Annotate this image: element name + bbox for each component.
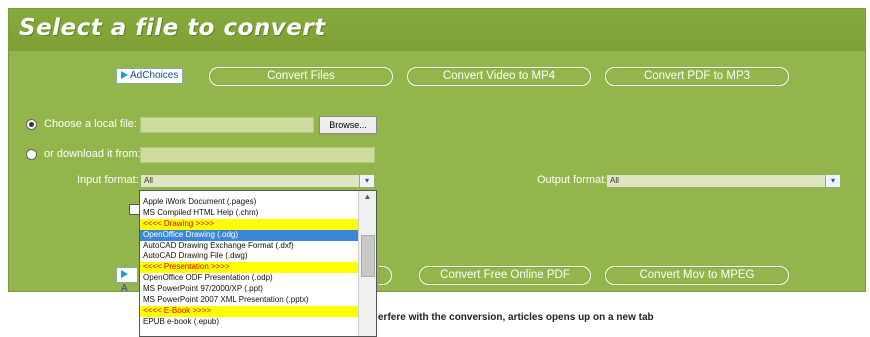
chevron-down-icon[interactable]: ▾ — [825, 175, 840, 187]
dropdown-option-selected[interactable]: OpenOffice Drawing (.odg) — [140, 229, 358, 241]
local-file-input[interactable] — [140, 117, 314, 133]
dropdown-option[interactable]: MS PowerPoint 97/2000/XP (.ppt) — [140, 284, 358, 296]
radio-download-url[interactable] — [26, 149, 37, 160]
dropdown-option[interactable]: OpenOffice ODF Presentation (.odp) — [140, 273, 358, 285]
dropdown-option[interactable]: AutoCAD Drawing Exchange Format (.dxf) — [140, 240, 358, 252]
convert-mov-mpeg-button[interactable]: Convert Mov to MPEG — [605, 266, 789, 285]
convert-video-mp4-button[interactable]: Convert Video to MP4 — [407, 67, 591, 86]
adchoices-label: AdChoices — [130, 70, 179, 81]
scrollbar-thumb[interactable] — [361, 235, 375, 277]
convert-files-button[interactable]: Convert Files — [209, 67, 393, 86]
dropdown-option[interactable]: MS PowerPoint 2007 XML Presentation (.pp… — [140, 295, 358, 306]
input-format-label: Input format: — [77, 174, 139, 186]
download-url-input[interactable] — [140, 147, 375, 163]
browse-button[interactable]: Browse... — [319, 116, 377, 134]
output-format-label: Output format: — [537, 174, 608, 186]
scroll-up-icon[interactable]: ▲ — [359, 191, 376, 203]
download-url-label: or download it from: — [44, 148, 141, 160]
dropdown-group-header: <<<< E-Book >>>> — [140, 305, 358, 317]
dropdown-option[interactable]: EPUB e-book (.epub) — [140, 316, 358, 328]
dropdown-option[interactable]: MS Compiled HTML Help (.chm) — [140, 207, 358, 219]
dropdown-group-header: <<<< Presentation >>>> — [140, 262, 358, 274]
dropdown-group-header: <<<< Drawing >>>> — [140, 218, 358, 230]
adchoices-badge-bottom[interactable]: A — [116, 267, 138, 294]
input-format-value: All — [144, 176, 153, 185]
bottom-note: erfere with the conversion, articles ope… — [378, 312, 654, 323]
output-format-value: All — [610, 176, 619, 185]
radio-local-file[interactable] — [26, 119, 37, 130]
dropdown-scrollbar[interactable]: ▲ — [358, 191, 376, 336]
chevron-down-icon[interactable]: ▾ — [359, 175, 374, 187]
dropdown-option[interactable]: Apple iWork Document (.pages) — [140, 197, 358, 208]
adchoices-badge[interactable]: AdChoices — [116, 68, 184, 84]
input-format-select[interactable]: All ▾ — [140, 174, 375, 188]
input-format-dropdown-list[interactable]: Apple iWork Document (.pages) MS Compile… — [139, 190, 377, 337]
local-file-label: Choose a local file: — [44, 118, 137, 130]
adchoices-icon — [121, 71, 128, 79]
adchoices-partial-label: A — [121, 283, 128, 294]
ad-button-partial[interactable] — [379, 266, 392, 285]
convert-pdf-mp3-button[interactable]: Convert PDF to MP3 — [605, 67, 789, 86]
output-format-select[interactable]: All ▾ — [606, 174, 841, 188]
dropdown-option[interactable]: AutoCAD Drawing File (.dwg) — [140, 251, 358, 263]
convert-panel: Select a file to convert AdChoices Conve… — [8, 8, 866, 294]
convert-free-online-pdf-button[interactable]: Convert Free Online PDF — [419, 266, 591, 285]
title-bar: Select a file to convert — [9, 9, 865, 51]
adchoices-icon — [121, 270, 128, 278]
page-title: Select a file to convert — [19, 15, 326, 41]
